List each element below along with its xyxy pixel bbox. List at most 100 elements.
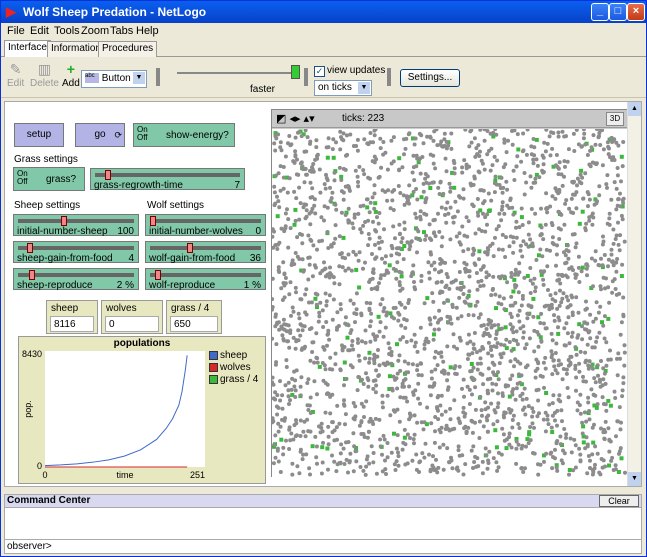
vertical-scrollbar[interactable]: ▲ ▼ (627, 102, 641, 486)
grass-switch[interactable]: On Off grass? (13, 167, 85, 191)
delete-tool[interactable]: ▥ Delete (30, 61, 59, 89)
menu-edit[interactable]: Edit (30, 25, 49, 37)
settings-button[interactable]: Settings... (400, 69, 460, 87)
window-title: Wolf Sheep Predation - NetLogo (23, 5, 207, 19)
slider-value: 7 (234, 180, 240, 191)
world-canvas (272, 129, 627, 477)
tab-interface[interactable]: Interface (4, 40, 51, 57)
3d-button[interactable]: 3D (606, 112, 624, 126)
grass-monitor: grass / 4 650 (166, 300, 222, 334)
x-axis-label: time (116, 470, 133, 480)
menu-tools[interactable]: Tools (54, 25, 80, 37)
wolf-gain-slider[interactable]: wolf-gain-from-food 36 (145, 241, 266, 264)
netlogo-icon: ▶ (6, 4, 16, 19)
sheep-gain-slider[interactable]: sheep-gain-from-food 4 (13, 241, 139, 264)
chevron-down-icon: ▼ (133, 72, 145, 84)
monitor-label: sheep (51, 303, 79, 314)
command-input[interactable]: observer> (5, 539, 641, 553)
monitor-value: 8116 (50, 316, 94, 332)
scroll-down-icon[interactable]: ▼ (628, 472, 641, 486)
maximize-button[interactable]: □ (609, 3, 627, 21)
toolbar-separator (387, 68, 391, 86)
button-widget-icon: abc (85, 73, 99, 84)
show-energy-label: show-energy? (166, 130, 229, 141)
command-center: Command Center Clear observer> (4, 494, 642, 554)
slider-name: grass-regrowth-time (94, 180, 183, 191)
plot-area (45, 351, 205, 467)
menu-zoom[interactable]: Zoom (81, 25, 109, 37)
speed-slider-thumb[interactable] (291, 65, 300, 79)
legend-label: wolves (220, 362, 251, 373)
edit-tool[interactable]: ✎ Edit (7, 61, 24, 89)
clear-button[interactable]: Clear (599, 495, 639, 507)
view-control-icons[interactable]: ◩ ◂▸ ▴▾ (276, 112, 315, 125)
speed-label: faster (250, 84, 276, 95)
y-tick-label: 8430 (22, 349, 42, 359)
slider-value: 4 (128, 253, 134, 264)
slider-name: sheep-gain-from-food (17, 253, 113, 264)
x-tick-label: 0 (42, 470, 47, 480)
command-center-header: Command Center Clear (5, 495, 641, 508)
grass-regrowth-slider[interactable]: grass-regrowth-time 7 (90, 168, 245, 191)
ticks-counter: ticks: 223 (342, 113, 385, 124)
show-energy-switch[interactable]: On Off show-energy? (133, 123, 235, 147)
edit-label: Edit (7, 78, 25, 89)
tab-information[interactable]: Information (47, 41, 106, 57)
slider-track (18, 219, 134, 223)
menu-bar: File Edit Tools Zoom Tabs Help (1, 23, 646, 40)
command-center-title: Command Center (7, 495, 91, 506)
slider-knob[interactable] (104, 170, 111, 180)
go-button[interactable]: go ⟳ (75, 123, 125, 147)
view-updates-checkbox[interactable]: ✓ (314, 66, 325, 77)
interface-panel: setup go ⟳ On Off show-energy? Grass set… (4, 101, 642, 487)
trash-icon: ▥ (37, 61, 52, 77)
slider-track (18, 273, 134, 277)
initial-wolves-slider[interactable]: initial-number-wolves 0 (145, 214, 266, 237)
minimize-button[interactable]: _ (591, 3, 609, 21)
slider-name: wolf-gain-from-food (149, 253, 236, 264)
slider-knob[interactable] (155, 270, 162, 280)
world-view[interactable]: ◩ ◂▸ ▴▾ ticks: 223 3D (271, 109, 628, 477)
x-tick-label: 251 (190, 470, 205, 480)
slider-track (150, 273, 261, 277)
speed-slider-track[interactable] (177, 72, 297, 74)
chevron-down-icon: ▼ (358, 82, 370, 94)
slider-name: wolf-reproduce (149, 280, 216, 291)
sheep-monitor: sheep 8116 (46, 300, 98, 334)
add-tool[interactable]: + Add (62, 61, 80, 89)
monitor-label: grass / 4 (171, 303, 210, 314)
update-mode-value: on ticks (318, 82, 352, 93)
go-label: go (94, 129, 106, 140)
slider-name: sheep-reproduce (17, 280, 93, 291)
legend-label: grass / 4 (220, 374, 259, 385)
toolbar-separator (304, 68, 308, 86)
update-mode-select[interactable]: on ticks ▼ (314, 80, 372, 96)
widget-type-select[interactable]: abc Button ▼ (81, 70, 147, 88)
sheep-reproduce-slider[interactable]: sheep-reproduce 2 % (13, 268, 139, 291)
slider-track (18, 246, 134, 250)
slider-knob[interactable] (187, 243, 194, 253)
observer-prompt: observer> (7, 541, 52, 552)
initial-sheep-slider[interactable]: initial-number-sheep 100 (13, 214, 139, 237)
tab-procedures[interactable]: Procedures (98, 41, 158, 57)
close-button[interactable]: × (627, 3, 645, 21)
pencil-icon: ✎ (9, 61, 22, 77)
agents-layer (272, 129, 627, 477)
add-label: Add (62, 78, 80, 89)
wolf-settings-note: Wolf settings (147, 200, 205, 211)
scroll-up-icon[interactable]: ▲ (628, 102, 641, 116)
menu-help[interactable]: Help (136, 25, 159, 37)
slider-value: 36 (249, 253, 261, 264)
slider-value: 1 % (243, 280, 261, 291)
slider-knob[interactable] (150, 216, 156, 226)
slider-knob[interactable] (61, 216, 68, 226)
toolbar-separator (156, 68, 160, 86)
slider-track (95, 173, 240, 177)
widget-type-value: Button (101, 73, 131, 84)
setup-button[interactable]: setup (14, 123, 64, 147)
wolf-reproduce-slider[interactable]: wolf-reproduce 1 % (145, 268, 266, 291)
slider-knob[interactable] (28, 270, 35, 280)
slider-knob[interactable] (26, 243, 33, 253)
menu-file[interactable]: File (7, 25, 25, 37)
menu-tabs[interactable]: Tabs (110, 25, 133, 37)
